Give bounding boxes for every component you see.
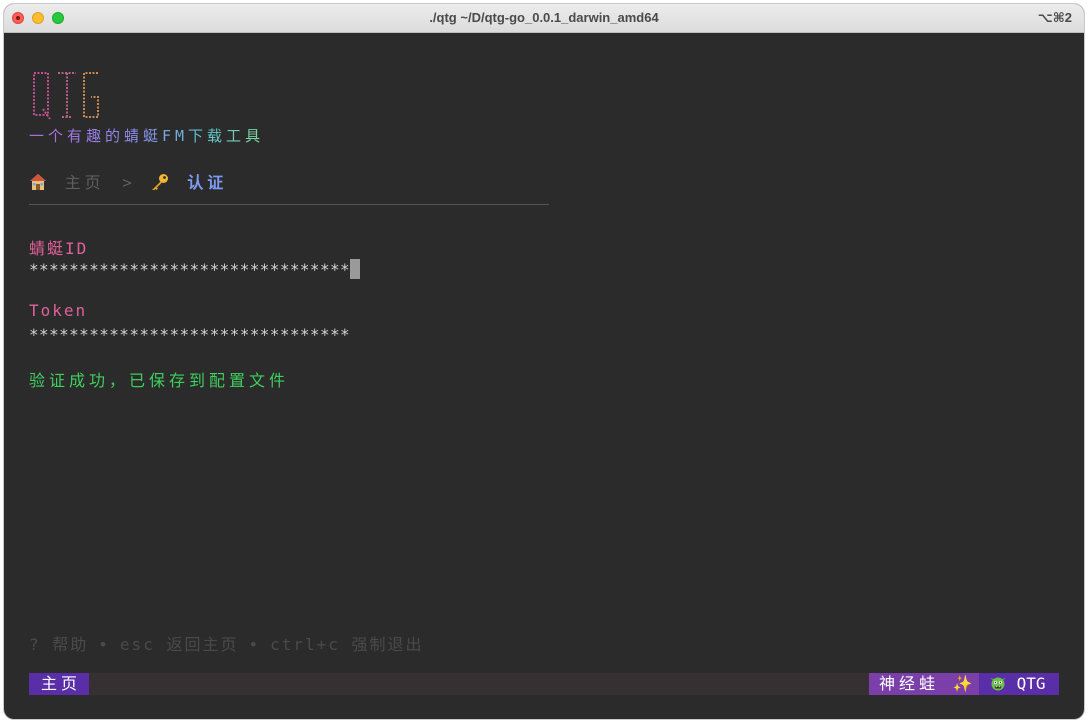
help-separator: • xyxy=(248,635,261,654)
house-icon xyxy=(30,174,46,190)
terminal-content[interactable]: 一个有趣的蜻蜓FM下载工具 主页 > 认证 蜻蜓ID *************… xyxy=(4,33,1084,719)
help-bar: ? 帮助 • esc 返回主页 • ctrl+c 强制退出 xyxy=(29,631,424,655)
verification-status: 验证成功，已保存到配置文件 xyxy=(29,371,290,390)
title-bar[interactable]: ./qtg ~/D/qtg-go_0.0.1_darwin_amd64 ⌥⌘2 xyxy=(4,4,1084,33)
terminal-window: ./qtg ~/D/qtg-go_0.0.1_darwin_amd64 ⌥⌘2 xyxy=(4,4,1084,719)
dragonfly-id-label: 蜻蜓ID xyxy=(29,239,89,258)
dragonfly-id-input[interactable]: ******************************** xyxy=(29,259,361,279)
sparkle-icon: ✨ xyxy=(952,674,973,693)
status-mood-badge: 神经蛙 ✨ xyxy=(869,673,979,695)
goblin-icon xyxy=(990,677,1006,691)
breadcrumb-current: 认证 xyxy=(187,173,228,192)
status-app-name: QTG xyxy=(1016,674,1046,693)
help-separator: • xyxy=(98,635,110,654)
status-page-badge: 主页 xyxy=(29,673,89,695)
qtg-logo xyxy=(33,72,99,120)
window-title: ./qtg ~/D/qtg-go_0.0.1_darwin_amd64 xyxy=(429,10,659,25)
token-value: ******************************** xyxy=(29,325,351,344)
help-hint[interactable]: ? 帮助 xyxy=(29,635,88,654)
window-shortcut: ⌥⌘2 xyxy=(1037,10,1072,25)
esc-hint[interactable]: esc 返回主页 xyxy=(120,635,239,654)
text-cursor xyxy=(350,259,361,279)
status-bar: 主页 神经蛙 ✨ QTG xyxy=(29,673,1059,695)
breadcrumb-home[interactable]: 主页 xyxy=(65,173,105,192)
token-input[interactable]: ******************************** xyxy=(29,325,350,344)
key-icon xyxy=(151,174,168,190)
header-divider xyxy=(29,204,549,205)
breadcrumb-separator: > xyxy=(122,173,132,192)
status-mood-label: 神经蛙 xyxy=(879,674,940,693)
status-app-badge: QTG xyxy=(979,673,1059,695)
app-subtitle: 一个有趣的蜻蜓FM下载工具 xyxy=(29,127,265,145)
dragonfly-id-value: ******************************** xyxy=(29,260,351,279)
breadcrumb: 主页 > 认证 xyxy=(29,169,227,193)
quit-hint[interactable]: ctrl+c 强制退出 xyxy=(270,635,423,654)
token-label: Token xyxy=(29,301,88,320)
